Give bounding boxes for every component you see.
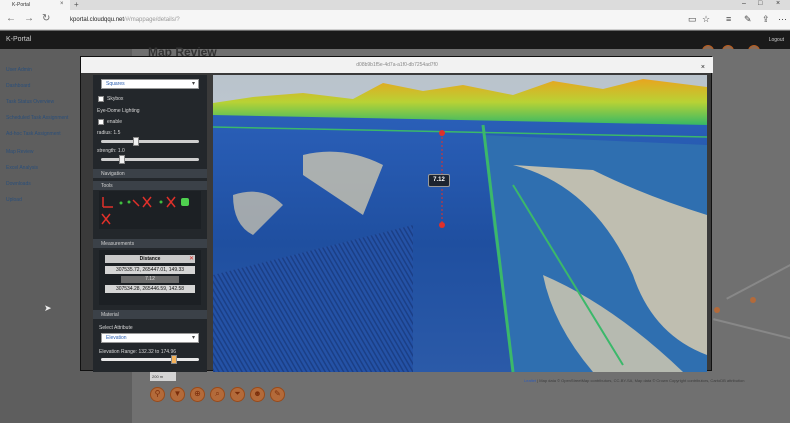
- sidebar-item-adhoc-task[interactable]: Ad-hoc Task Assignment: [6, 131, 61, 137]
- volume-tool-icon: [159, 200, 163, 204]
- sidebar-item-upload[interactable]: Upload: [6, 197, 22, 203]
- app-header: K-Portal Logout: [0, 31, 790, 49]
- reading-view-icon[interactable]: ▭: [688, 14, 697, 25]
- modal-title-bar: d08b9b1f5e-4d7a-a1f0-db7254ad7f0 ×: [81, 57, 713, 73]
- modal-title: d08b9b1f5e-4d7a-a1f0-db7254ad7f0: [356, 62, 438, 68]
- distance-tool-icon: [127, 200, 131, 204]
- brand-logo[interactable]: K-Portal: [6, 36, 31, 43]
- address-bar: ← → ↻ kportal.cloudqqu.net/#/mappage/det…: [0, 10, 790, 30]
- measurement-point-2: 307534.28, 265446.59, 142.58: [105, 285, 195, 293]
- tools-section-header[interactable]: Tools: [93, 181, 207, 190]
- pointcloud-viewport[interactable]: 7.12: [213, 75, 707, 372]
- refresh-icon[interactable]: ↻: [42, 13, 50, 25]
- map-road: [726, 260, 790, 300]
- edl-enable-checkbox[interactable]: [98, 119, 104, 125]
- measurement-card: Distance ✕ 307535.72, 265447.01, 149.33 …: [99, 250, 201, 305]
- sidebar-item-excel-analysis[interactable]: Excel Analysis: [6, 165, 38, 171]
- url-field[interactable]: kportal.cloudqqu.net/#/mappage/details/?: [64, 14, 674, 26]
- star-icon[interactable]: ☆: [702, 14, 710, 25]
- material-section-header[interactable]: Material: [93, 310, 207, 319]
- back-arrow-icon[interactable]: ←: [6, 13, 16, 25]
- measurement-title: Distance: [105, 255, 195, 263]
- measure-tools-icons[interactable]: [99, 191, 201, 229]
- close-tab-icon[interactable]: ×: [60, 1, 64, 7]
- map-road: [713, 318, 790, 342]
- edl-enable-label: enable: [107, 119, 123, 125]
- browser-window: K-Portal × + – □ × ← → ↻ kportal.cloudqq…: [0, 0, 790, 423]
- skybox-checkbox[interactable]: [98, 96, 104, 102]
- angle-tool-icon: [102, 197, 113, 208]
- funnel-icon[interactable]: ⏷: [230, 387, 245, 402]
- browser-tab[interactable]: K-Portal ×: [0, 0, 70, 10]
- measurement-point-marker[interactable]: [439, 130, 445, 136]
- tab-bar: K-Portal × + – □ ×: [0, 0, 790, 10]
- measurement-point-1: 307535.72, 265447.01, 149.33: [105, 266, 195, 274]
- clip-tool-icon: [181, 198, 189, 206]
- skybox-label: Skybox: [107, 96, 124, 102]
- strength-slider[interactable]: [101, 155, 199, 164]
- pointcloud-modal: d08b9b1f5e-4d7a-a1f0-db7254ad7f0 × Squar…: [80, 56, 713, 372]
- strength-label: strength: 1.0: [97, 148, 125, 154]
- new-tab-icon[interactable]: +: [74, 0, 79, 9]
- filter-icon[interactable]: ▼: [170, 387, 185, 402]
- close-window-icon[interactable]: ×: [776, 0, 780, 7]
- url-path: /#/mappage/details/?: [124, 17, 180, 23]
- person-icon[interactable]: ☻: [250, 387, 265, 402]
- sidebar-item-downloads[interactable]: Downloads: [6, 181, 31, 187]
- map-marker-icon[interactable]: [750, 297, 756, 303]
- select-attribute-label: Select Attribute: [99, 325, 133, 331]
- zoom-icon[interactable]: ⊕: [190, 387, 205, 402]
- elevation-range-label: Elevation Range: 132.32 to 174.96: [99, 349, 177, 355]
- minimize-icon[interactable]: –: [742, 0, 746, 7]
- note-icon[interactable]: ✎: [744, 14, 752, 25]
- pointcloud-render: [213, 75, 707, 372]
- remove-measurement-icon[interactable]: ✕: [189, 255, 194, 262]
- elevation-range-slider[interactable]: [101, 355, 199, 364]
- search-icon[interactable]: ⌕: [210, 387, 225, 402]
- hub-icon[interactable]: ≡: [726, 14, 731, 24]
- radius-slider[interactable]: [101, 137, 199, 146]
- close-icon[interactable]: ×: [701, 60, 705, 76]
- logout-link[interactable]: Logout: [769, 37, 784, 43]
- forward-arrow-icon[interactable]: →: [24, 13, 34, 25]
- leaflet-link[interactable]: Leaflet: [524, 378, 536, 383]
- height-tool-icon: [132, 199, 140, 207]
- more-icon[interactable]: ⋯: [778, 14, 787, 25]
- attribute-select[interactable]: Elevation: [101, 333, 199, 343]
- settings-panel: Squares Skybox Eye-Dome Lighting enable …: [93, 75, 207, 372]
- attribution-text: | Map data © OpenStreetMap contributors,…: [536, 378, 745, 383]
- mouse-cursor-icon: ➤: [44, 303, 52, 313]
- map-scale: 200 m: [150, 372, 176, 381]
- measurement-point-marker[interactable]: [439, 222, 445, 228]
- tab-title: K-Portal: [12, 2, 31, 8]
- url-host: kportal.cloudqqu.net: [70, 17, 125, 23]
- sidebar-item-task-status[interactable]: Task Status Overview: [6, 99, 54, 105]
- tools-row: [99, 191, 201, 229]
- edl-title: Eye-Dome Lighting: [97, 108, 140, 114]
- sidebar-item-map-review[interactable]: Map Review: [6, 149, 34, 155]
- radius-label: radius: 1.5: [97, 130, 121, 136]
- share-icon[interactable]: ⇪: [762, 14, 770, 25]
- strength-slider-handle[interactable]: [119, 155, 126, 164]
- navigation-section-header[interactable]: Navigation: [93, 169, 207, 178]
- marker-icon[interactable]: ⚲: [150, 387, 165, 402]
- sidebar-item-user-admin[interactable]: User Admin: [6, 67, 32, 73]
- measurements-section-header[interactable]: Measurements: [93, 239, 207, 248]
- profile-tool-icon: [166, 196, 176, 208]
- sidebar-item-scheduled-task[interactable]: Scheduled Task Assignment: [6, 115, 68, 121]
- map-attribution: Leaflet | Map data © OpenStreetMap contr…: [524, 378, 744, 383]
- remove-tool-icon: [101, 213, 111, 225]
- sidebar-item-dashboard[interactable]: Dashboard: [6, 83, 30, 89]
- area-tool-icon: [142, 196, 152, 208]
- elevation-range-handle[interactable]: [171, 355, 177, 364]
- maximize-icon[interactable]: □: [758, 0, 762, 7]
- point-shape-select[interactable]: Squares: [101, 79, 199, 89]
- tag-icon[interactable]: ✎: [270, 387, 285, 402]
- distance-label: 7.12: [428, 174, 450, 187]
- map-marker-icon[interactable]: [714, 307, 720, 313]
- measurement-distance: 7.12: [121, 276, 179, 283]
- point-tool-icon: [119, 201, 123, 205]
- radius-slider-handle[interactable]: [133, 137, 140, 146]
